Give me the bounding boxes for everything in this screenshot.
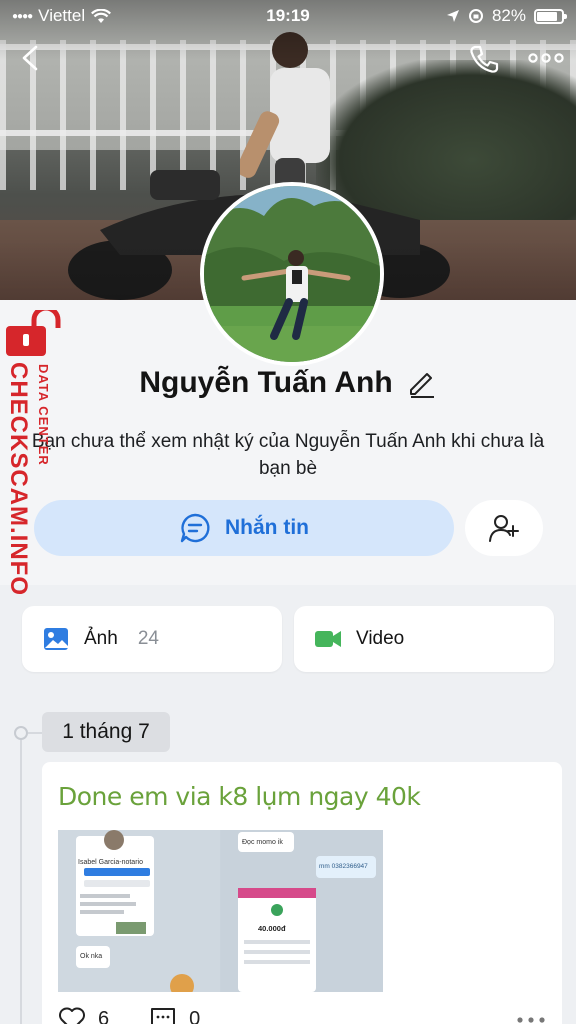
profile-name-row: Nguyễn Tuấn Anh [0,366,576,400]
avatar[interactable] [200,182,384,366]
profile-name: Nguyễn Tuấn Anh [139,366,393,399]
battery-percent: 82% [491,6,526,25]
shot-name: Isabel Garcia-notario [78,859,143,866]
message-button-label: Nhắn tin [225,516,309,539]
video-camera-icon [315,631,341,647]
status-right: 82% [446,6,567,26]
back-chevron-icon[interactable] [18,44,42,72]
post-screenshot: Isabel Garcia-notario Ok nka Đọc momo ik… [58,830,383,992]
battery-icon [534,8,567,24]
phone-icon[interactable] [468,44,500,74]
chat-bubble-icon [180,513,210,543]
more-dots-icon[interactable] [516,1016,546,1024]
tab-photos-count: 24 [137,628,159,649]
tab-video[interactable]: Video [294,606,554,672]
message-button[interactable]: Nhắn tin [34,500,454,556]
comment-button[interactable]: 0 [149,1006,200,1024]
tab-photos-label: Ảnh [84,628,118,649]
comment-count: 0 [189,1007,201,1024]
watermark-main: CHECKSCAM.INFO [5,362,32,596]
like-count: 6 [98,1007,110,1024]
shot-doc: Đọc momo ik [242,839,283,846]
watermark: CHECKSCAM.INFO DATA CENTER [0,310,64,596]
shot-amount: 40.000đ [258,924,286,933]
location-icon [446,10,459,22]
privacy-notice: Bạn chưa thể xem nhật ký của Nguyễn Tuấn… [31,431,545,479]
watermark-sub: DATA CENTER [36,364,51,466]
avatar-photo [204,186,380,362]
tab-photos[interactable]: Ảnh 24 [22,606,282,672]
timeline-dot [14,726,28,740]
heart-icon [59,1007,85,1024]
timeline-date: 1 tháng 7 [42,712,170,752]
post-actions: 6 0 [58,1006,200,1024]
like-button[interactable]: 6 [58,1006,109,1024]
timeline-line [20,732,22,1024]
status-bar: ●●●● Viettel 19:19 82% [0,0,576,32]
battery-level [537,11,557,21]
image-icon [44,628,68,650]
more-dots-icon[interactable] [528,48,564,68]
comment-icon [151,1008,176,1024]
lock-icon [6,310,61,356]
add-friend-icon [489,515,519,542]
pencil-icon[interactable] [407,368,437,398]
post-image[interactable]: Isabel Garcia-notario Ok nka Đọc momo ik… [58,830,383,992]
add-friend-button[interactable] [465,500,543,556]
tab-video-label: Video [356,628,405,649]
timeline-post[interactable]: Done em via k8 lụm ngay 40k Isabel Garci… [42,762,562,1024]
shot-ok: Ok nka [80,953,102,960]
post-text: Done em via k8 lụm ngay 40k [58,782,421,811]
rotation-lock-icon [468,9,483,23]
shot-phone: mm 0382366947 [319,863,368,870]
